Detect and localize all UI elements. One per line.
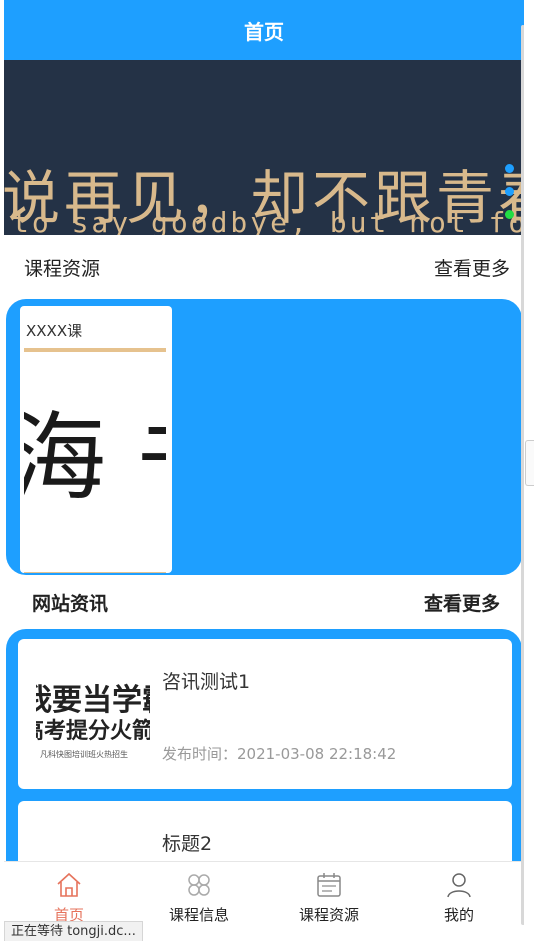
user-icon [447, 873, 471, 898]
banner-carousel[interactable]: 说再见，却不跟青春 to say goodbye, but not forev [4, 60, 524, 235]
news-thumbnail: 我要当学霸 高考提分火箭 凡科快图培训班火热招生 [36, 669, 150, 763]
carousel-indicators [505, 164, 514, 219]
news-time: 发布时间：2021-03-08 22:18:42 [162, 745, 397, 763]
tab-course-info[interactable]: 课程信息 [134, 862, 264, 928]
news-more-link[interactable]: 查看更多 [424, 589, 500, 616]
carousel-dot[interactable] [505, 187, 514, 196]
news-title: 标题2 [162, 833, 213, 855]
thumb-text-line3: 凡科快图培训班火热招生 [40, 750, 128, 759]
news-section-title: 网站资讯 [32, 592, 109, 615]
course-list: XXXX课 海 书 [6, 299, 522, 575]
course-section-title: 课程资源 [24, 257, 101, 280]
calendar-icon [317, 873, 341, 897]
tab-home[interactable]: 首页 [4, 862, 134, 928]
tab-label: 课程资源 [298, 906, 359, 924]
tab-label: 我的 [443, 906, 474, 924]
page: 首页 说再见，却不跟青春 to say goodbye, but not for… [4, 0, 524, 940]
bottom-tab-bar: 首页 课程信息 课程资源 我的 [4, 861, 524, 928]
side-drag-handle[interactable] [525, 440, 534, 486]
tab-mine[interactable]: 我的 [394, 862, 524, 928]
tab-course-resources[interactable]: 课程资源 [264, 862, 394, 928]
page-header: 首页 [4, 0, 524, 60]
home-icon [57, 872, 81, 897]
page-title: 首页 [244, 19, 284, 44]
news-list: 我要当学霸 高考提分火箭 凡科快图培训班火热招生 咨讯测试1 发布时间：2021… [6, 629, 522, 889]
news-section-header: 网站资讯 查看更多 [4, 575, 524, 629]
vertical-scrollbar[interactable] [521, 25, 524, 925]
thumb-text-line2: 高考提分火箭 [36, 719, 150, 744]
calligraphy-image-text: 海 书 [24, 408, 166, 508]
tab-label: 课程信息 [168, 906, 229, 924]
banner-text-sub: to say goodbye, but not forev [12, 206, 524, 235]
course-more-link[interactable]: 查看更多 [434, 254, 510, 281]
carousel-dot[interactable] [505, 164, 514, 173]
news-item[interactable]: 我要当学霸 高考提分火箭 凡科快图培训班火热招生 咨讯测试1 发布时间：2021… [18, 639, 512, 789]
course-section-header: 课程资源 查看更多 [4, 235, 524, 299]
course-card-title: XXXX课 [26, 322, 83, 340]
course-card-image: 海 书 [24, 348, 166, 573]
course-card[interactable]: XXXX课 海 书 [20, 306, 172, 573]
news-title: 咨讯测试1 [162, 671, 251, 693]
carousel-dot-active[interactable] [505, 210, 514, 219]
browser-status-bar: 正在等待 tongji.dc... [4, 921, 143, 941]
grid-icon [188, 874, 210, 896]
